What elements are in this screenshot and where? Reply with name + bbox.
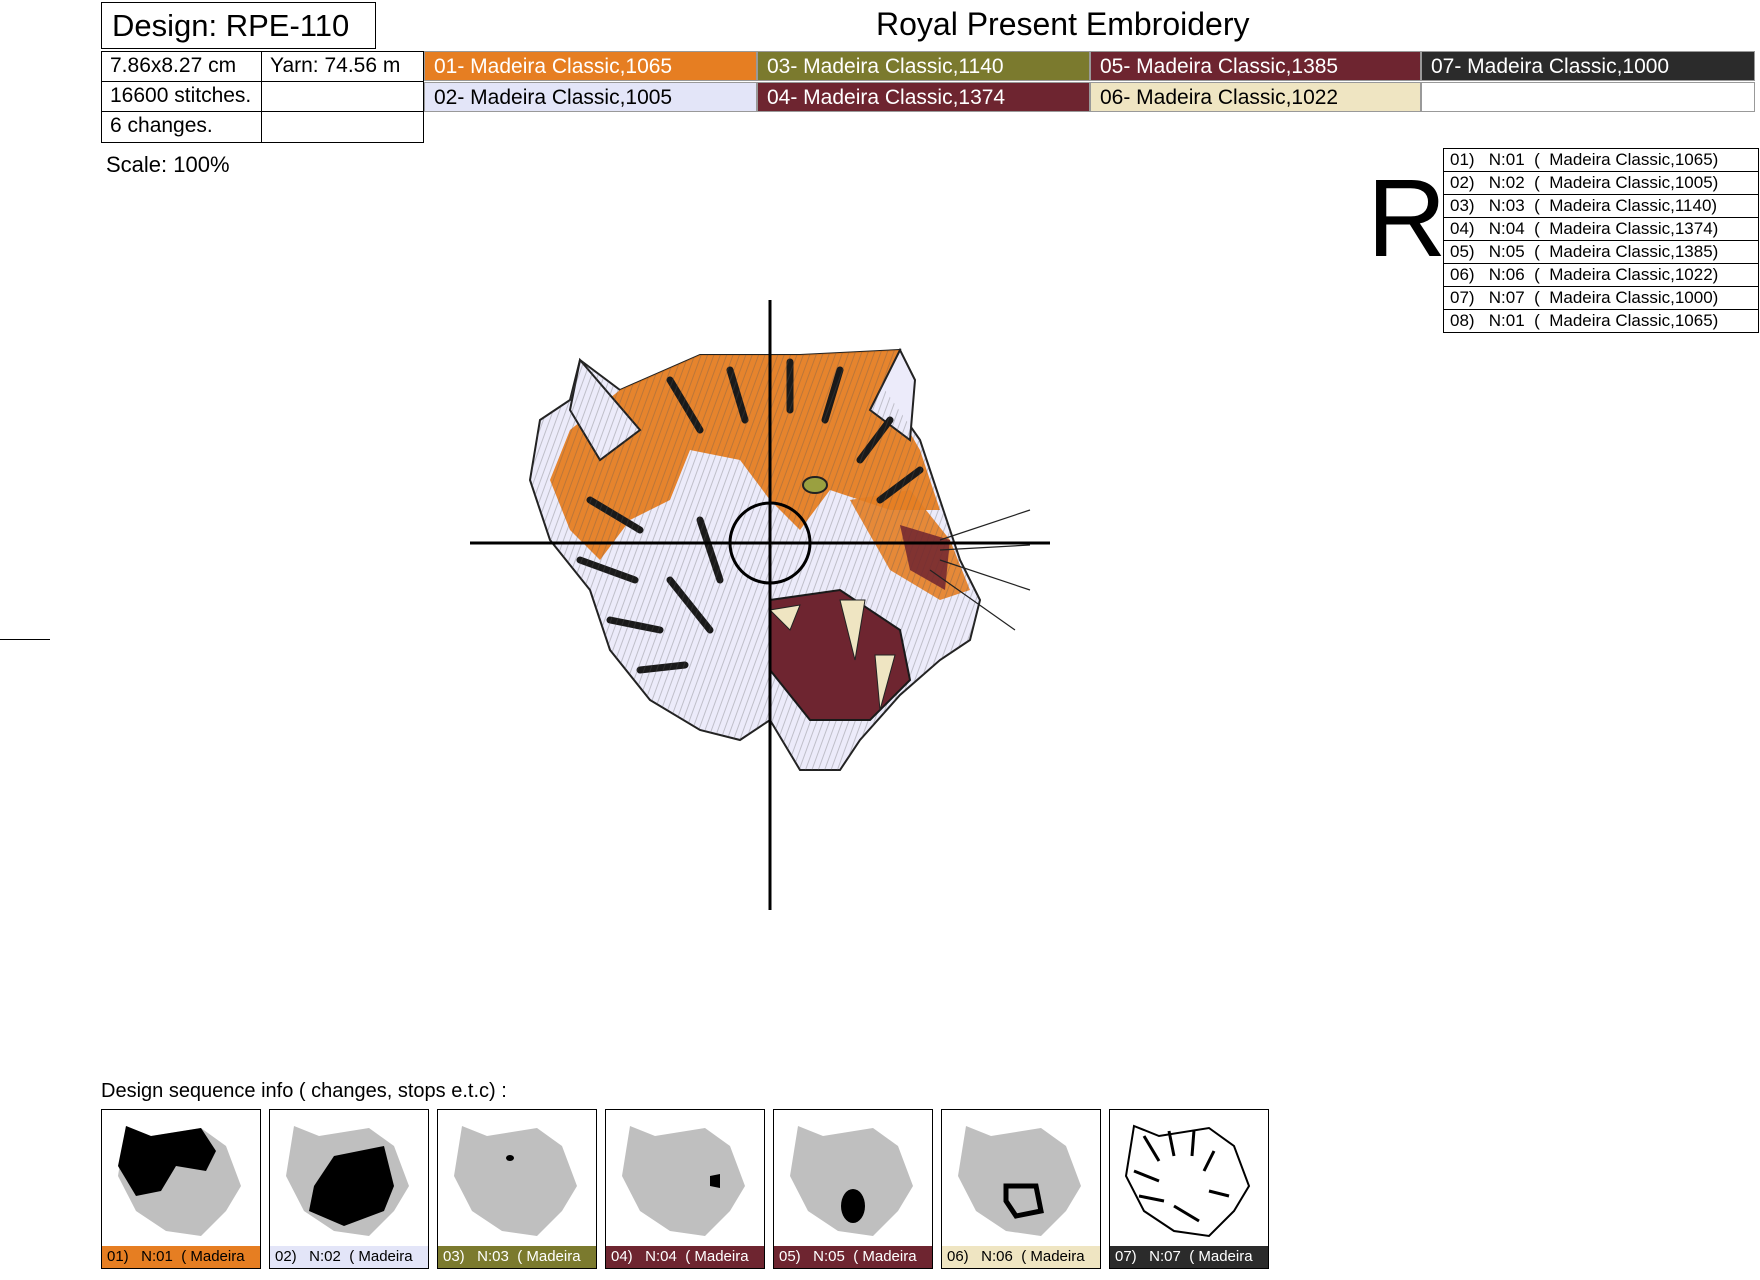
stitch-count: 16600 stitches. xyxy=(101,81,262,112)
yarn-length: Yarn: 74.56 m xyxy=(261,51,424,82)
color-changes: 6 changes. xyxy=(101,111,262,143)
legend-row: 08) N:01 ( Madeira Classic,1065) xyxy=(1443,309,1759,333)
thread-swatch-03: 03- Madeira Classic,1140 xyxy=(757,51,1090,81)
legend-row: 02) N:02 ( Madeira Classic,1005) xyxy=(1443,171,1759,195)
thread-swatch-empty xyxy=(1421,82,1755,112)
design-title: Design: RPE-110 xyxy=(101,2,376,49)
legend-row: 04) N:04 ( Madeira Classic,1374) xyxy=(1443,217,1759,241)
thread-swatch-07: 07- Madeira Classic,1000 xyxy=(1421,51,1755,81)
thread-swatch-02: 02- Madeira Classic,1005 xyxy=(424,82,757,112)
sequence-thumb-01: 01) N:01 ( Madeira xyxy=(101,1109,261,1269)
empty-cell xyxy=(261,111,424,143)
thumb-label: 01) N:01 ( Madeira xyxy=(102,1246,260,1268)
thumb-tiger-icon xyxy=(118,1126,241,1236)
orientation-letter: R xyxy=(1367,157,1447,280)
thumb-tiger-icon xyxy=(622,1126,745,1236)
design-size: 7.86x8.27 cm xyxy=(101,51,262,82)
thumb-label: 07) N:07 ( Madeira xyxy=(1110,1246,1268,1268)
thumb-tiger-icon xyxy=(286,1126,409,1236)
thumb-tiger-icon xyxy=(1124,1124,1251,1238)
thumb-tiger-icon xyxy=(790,1126,913,1236)
thumb-label: 02) N:02 ( Madeira xyxy=(270,1246,428,1268)
legend-row: 07) N:07 ( Madeira Classic,1000) xyxy=(1443,286,1759,310)
thread-swatch-05: 05- Madeira Classic,1385 xyxy=(1090,51,1421,81)
sequence-thumb-03: 03) N:03 ( Madeira xyxy=(437,1109,597,1269)
thumb-label: 03) N:03 ( Madeira xyxy=(438,1246,596,1268)
sequence-info-title: Design sequence info ( changes, stops e.… xyxy=(101,1080,507,1102)
empty-cell xyxy=(261,81,424,112)
thumb-label: 05) N:05 ( Madeira xyxy=(774,1246,932,1268)
tiger-design-preview xyxy=(470,300,1050,910)
sequence-thumb-06: 06) N:06 ( Madeira xyxy=(941,1109,1101,1269)
sequence-thumb-02: 02) N:02 ( Madeira xyxy=(269,1109,429,1269)
thread-swatch-01: 01- Madeira Classic,1065 xyxy=(424,51,757,81)
sequence-legend-table: 01) N:01 ( Madeira Classic,1065) 02) N:0… xyxy=(1443,148,1759,333)
thumb-tiger-icon xyxy=(454,1126,577,1236)
thread-swatch-06: 06- Madeira Classic,1022 xyxy=(1090,82,1421,112)
thumb-label: 04) N:04 ( Madeira xyxy=(606,1246,764,1268)
legend-row: 03) N:03 ( Madeira Classic,1140) xyxy=(1443,194,1759,218)
legend-row: 05) N:05 ( Madeira Classic,1385) xyxy=(1443,240,1759,264)
legend-row: 01) N:01 ( Madeira Classic,1065) xyxy=(1443,148,1759,172)
sequence-thumb-05: 05) N:05 ( Madeira xyxy=(773,1109,933,1269)
sequence-thumb-04: 04) N:04 ( Madeira xyxy=(605,1109,765,1269)
thread-swatch-04: 04- Madeira Classic,1374 xyxy=(757,82,1090,112)
scale-label: Scale: 100% xyxy=(106,152,230,177)
company-name: Royal Present Embroidery xyxy=(876,6,1250,42)
margin-tick xyxy=(0,639,50,640)
legend-row: 06) N:06 ( Madeira Classic,1022) xyxy=(1443,263,1759,287)
thumb-label: 06) N:06 ( Madeira xyxy=(942,1246,1100,1268)
thumb-tiger-icon xyxy=(958,1126,1081,1236)
sequence-thumb-07: 07) N:07 ( Madeira xyxy=(1109,1109,1269,1269)
